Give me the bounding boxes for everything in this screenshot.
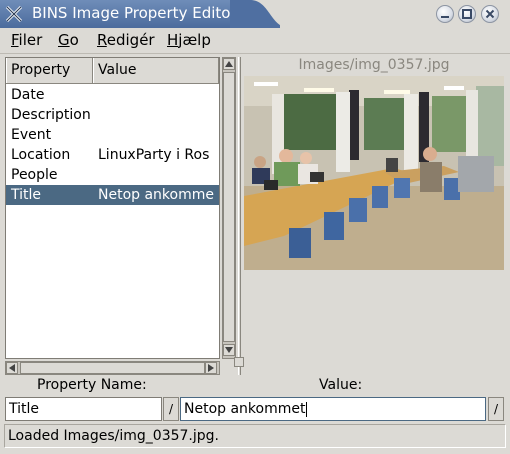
pane-grip-handle[interactable] (234, 357, 244, 367)
property-row[interactable]: Location LinuxParty i Ros (6, 145, 219, 165)
scroll-down-arrow-icon[interactable] (223, 344, 235, 356)
list-horizontal-scrollbar[interactable] (5, 361, 220, 375)
scroll-left-arrow-icon[interactable] (6, 362, 18, 374)
photo-classroom-image (244, 76, 504, 270)
property-name-edit-button[interactable]: / (163, 397, 179, 421)
property-row[interactable]: Date (6, 85, 219, 105)
scroll-right-arrow-icon[interactable] (205, 362, 217, 374)
minimize-icon (441, 16, 449, 18)
image-filename: Images/img_0357.jpg (298, 57, 450, 73)
property-list[interactable]: Property Value Date Description Event Lo… (5, 57, 220, 359)
property-name: Location (11, 147, 71, 163)
maximize-icon (462, 9, 472, 19)
close-button[interactable] (481, 5, 499, 23)
property-row[interactable]: People (6, 165, 219, 185)
value-field[interactable]: Netop ankommet (180, 397, 486, 421)
list-vertical-scrollbar[interactable] (222, 57, 236, 359)
pane-splitter[interactable] (238, 57, 241, 375)
property-row[interactable]: Description (6, 105, 219, 125)
value-label: Value: (319, 377, 363, 393)
menu-filer[interactable]: Filer (11, 31, 42, 49)
property-name: Date (11, 87, 45, 103)
minimize-button[interactable] (436, 5, 454, 23)
property-value: LinuxParty i Ros (98, 147, 210, 163)
title-bar: BINS Image Property Editor (0, 0, 510, 28)
property-name: Event (11, 127, 52, 143)
column-header-value[interactable]: Value (93, 58, 219, 83)
property-name: People (11, 167, 58, 183)
menu-hjaelp[interactable]: Hjælp (167, 31, 211, 49)
column-header-property[interactable]: Property (6, 58, 93, 83)
window-title: BINS Image Property Editor (32, 4, 237, 22)
property-value: Netop ankomme (98, 187, 214, 203)
app-icon[interactable] (4, 4, 24, 24)
property-name: Description (11, 107, 91, 123)
vertical-scroll-thumb[interactable] (223, 72, 235, 342)
status-bar: Loaded Images/img_0357.jpg. (4, 424, 506, 448)
list-header: Property Value (6, 58, 219, 84)
property-row[interactable]: Event (6, 125, 219, 145)
menu-bar: Filer Go Redigér Hjælp (0, 28, 510, 54)
text-caret (306, 401, 308, 417)
maximize-button[interactable] (458, 5, 476, 23)
property-name-label: Property Name: (37, 377, 147, 393)
menu-rediger[interactable]: Redigér (97, 31, 155, 49)
property-row-selected[interactable]: Title Netop ankomme (6, 185, 219, 205)
scroll-up-arrow-icon[interactable] (223, 58, 235, 70)
image-preview (244, 76, 504, 270)
property-name-field[interactable]: Title (5, 397, 162, 421)
close-icon (485, 9, 495, 19)
horizontal-scroll-thumb[interactable] (20, 362, 205, 374)
property-name: Title (11, 187, 42, 203)
menu-go[interactable]: Go (58, 31, 79, 49)
value-edit-button[interactable]: / (488, 397, 504, 421)
